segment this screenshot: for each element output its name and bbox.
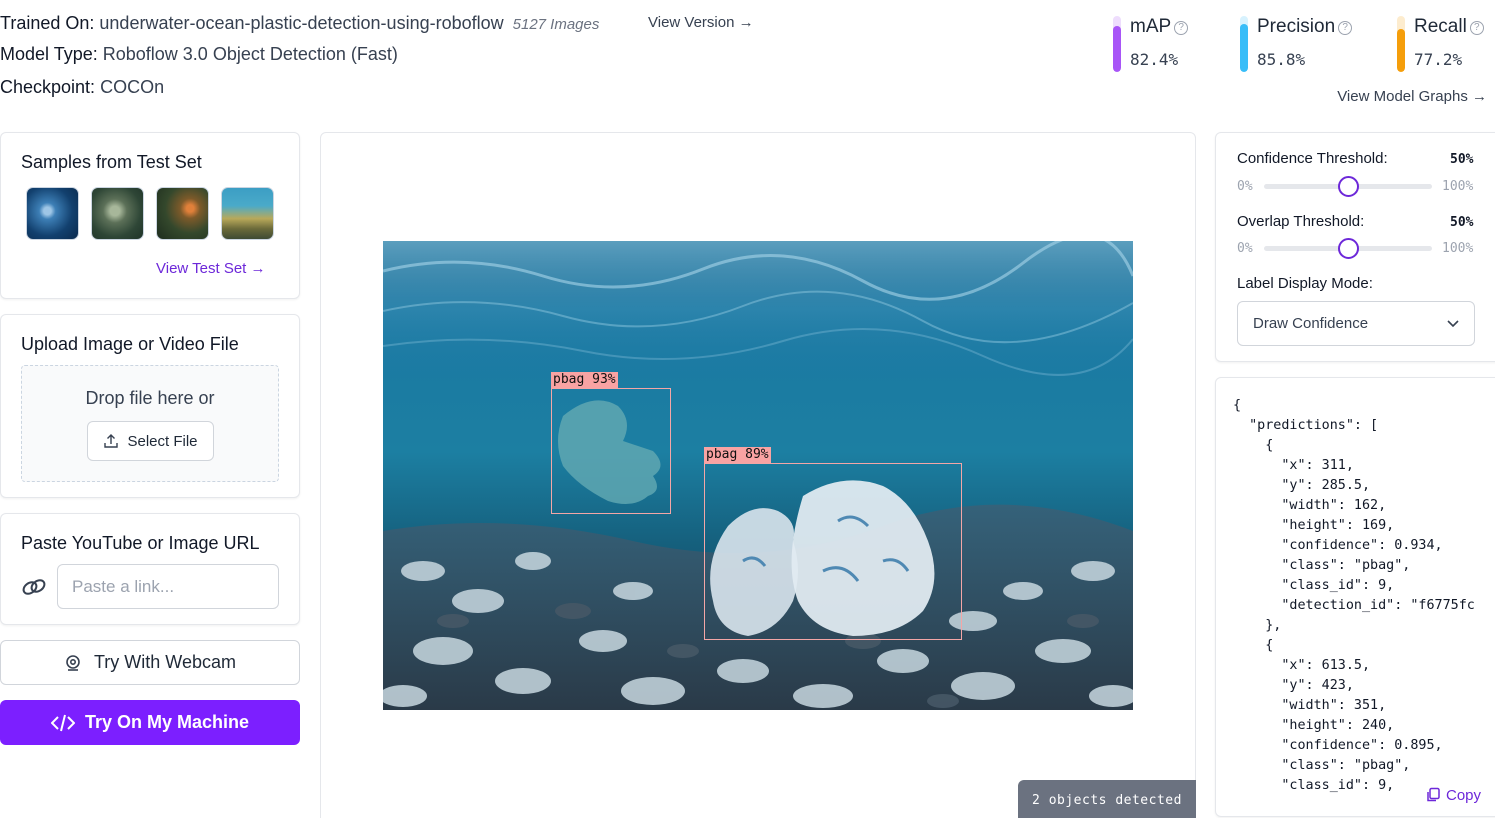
overlap-slider-track[interactable] [1264, 238, 1432, 259]
view-model-graphs-label: View Model Graphs [1337, 88, 1468, 105]
copy-icon [1427, 787, 1440, 802]
url-input[interactable] [57, 564, 279, 609]
metric-value: 85.8% [1257, 50, 1306, 69]
sample-thumbnail[interactable] [91, 187, 144, 240]
metric-value: 77.2% [1414, 50, 1463, 69]
overlap-max-label: 100% [1442, 241, 1474, 256]
arrow-right-icon: → [250, 260, 266, 277]
try-on-machine-label: Try On My Machine [84, 712, 250, 732]
prediction-viewer: pbag 93% pbag 89% 2 objects detected [320, 132, 1196, 818]
confidence-min-label: 0% [1237, 179, 1253, 194]
recall-bar [1397, 16, 1405, 72]
precision-bar [1240, 16, 1248, 72]
metric-value: 82.4% [1130, 50, 1179, 69]
confidence-slider-knob[interactable] [1338, 176, 1359, 197]
detection-box[interactable]: pbag 93% [551, 372, 671, 514]
paste-url-title: Paste YouTube or Image URL [21, 533, 260, 553]
threshold-controls-card: Confidence Threshold: 50% 0% 100% Overla… [1215, 132, 1495, 362]
sample-thumbnail[interactable] [156, 187, 209, 240]
link-icon [22, 579, 46, 595]
trained-on-line: Trained On: underwater-ocean-plastic-det… [0, 13, 599, 34]
samples-card: Samples from Test Set View Test Set → [0, 132, 300, 299]
upload-icon [104, 434, 119, 448]
label-display-mode-value: Draw Confidence [1253, 315, 1369, 332]
detection-label: pbag 89% [704, 447, 771, 463]
checkpoint-value: COCOn [100, 77, 165, 97]
sample-thumbnail[interactable] [221, 187, 274, 240]
view-version-label: View Version [648, 14, 735, 31]
metric-name: mAP [1130, 16, 1172, 37]
copy-label: Copy [1446, 786, 1482, 804]
confidence-slider-track[interactable] [1264, 176, 1432, 197]
help-icon[interactable]: ? [1469, 21, 1484, 35]
json-output-card: { "predictions": [ { "x": 311, "y": 285.… [1215, 377, 1495, 817]
images-count: 5127 Images [512, 16, 600, 33]
dataset-name: underwater-ocean-plastic-detection-using… [99, 13, 504, 33]
map-bar [1113, 16, 1121, 72]
overlap-slider-knob[interactable] [1338, 238, 1359, 259]
arrow-right-icon: → [738, 14, 754, 31]
view-test-set-link[interactable]: View Test Set → [156, 260, 266, 277]
metric-name: Precision [1257, 16, 1336, 37]
confidence-threshold-label: Confidence Threshold: [1237, 150, 1388, 167]
detection-box[interactable]: pbag 89% [704, 447, 962, 640]
overlap-threshold-value: 50% [1450, 215, 1474, 230]
label-display-mode-label: Label Display Mode: [1237, 275, 1373, 292]
checkpoint-label: Checkpoint: [0, 77, 96, 97]
try-on-machine-button[interactable]: Try On My Machine [0, 700, 300, 745]
arrow-right-icon: → [1472, 88, 1487, 105]
upload-card: Upload Image or Video File Drop file her… [0, 314, 300, 498]
select-file-label: Select File [127, 432, 198, 450]
paste-url-card: Paste YouTube or Image URL [0, 513, 300, 625]
chevron-down-icon [1447, 320, 1459, 328]
samples-title: Samples from Test Set [21, 152, 202, 172]
confidence-threshold-value: 50% [1450, 152, 1474, 167]
select-file-button[interactable]: Select File [87, 421, 214, 461]
detection-label: pbag 93% [551, 372, 618, 388]
help-icon[interactable]: ? [1174, 21, 1189, 35]
view-model-graphs-link[interactable]: View Model Graphs → [1337, 88, 1487, 105]
label-display-mode-select[interactable]: Draw Confidence [1237, 301, 1475, 346]
drop-text: Drop file here or [85, 388, 215, 408]
model-type-value: Roboflow 3.0 Object Detection (Fast) [102, 44, 398, 64]
confidence-max-label: 100% [1442, 179, 1474, 194]
code-icon [50, 714, 75, 731]
metric-name: Recall [1414, 16, 1467, 37]
view-version-link[interactable]: View Version → [648, 14, 754, 31]
precision-bar-fill [1240, 23, 1248, 72]
checkpoint-line: Checkpoint: COCOn [0, 77, 164, 98]
webcam-icon [66, 654, 80, 671]
objects-detected-badge: 2 objects detected [1018, 780, 1196, 818]
upload-title: Upload Image or Video File [21, 334, 239, 354]
sample-thumbnail[interactable] [26, 187, 79, 240]
underwater-photo: pbag 93% pbag 89% [383, 241, 1133, 710]
help-icon[interactable]: ? [1338, 21, 1353, 35]
try-webcam-button[interactable]: Try With Webcam [0, 640, 300, 685]
file-dropzone[interactable]: Drop file here or Select File [21, 365, 279, 482]
copy-button[interactable]: Copy [1419, 784, 1482, 806]
try-webcam-label: Try With Webcam [93, 652, 236, 672]
overlap-threshold-label: Overlap Threshold: [1237, 213, 1365, 230]
model-type-line: Model Type: Roboflow 3.0 Object Detectio… [0, 44, 398, 65]
view-test-set-label: View Test Set [156, 260, 247, 277]
trained-on-label: Trained On: [0, 13, 95, 33]
json-output: { "predictions": [ { "x": 311, "y": 285.… [1233, 398, 1475, 793]
recall-bar-fill [1397, 28, 1405, 72]
map-bar-fill [1113, 25, 1121, 72]
overlap-min-label: 0% [1237, 241, 1253, 256]
model-type-label: Model Type: [0, 44, 98, 64]
